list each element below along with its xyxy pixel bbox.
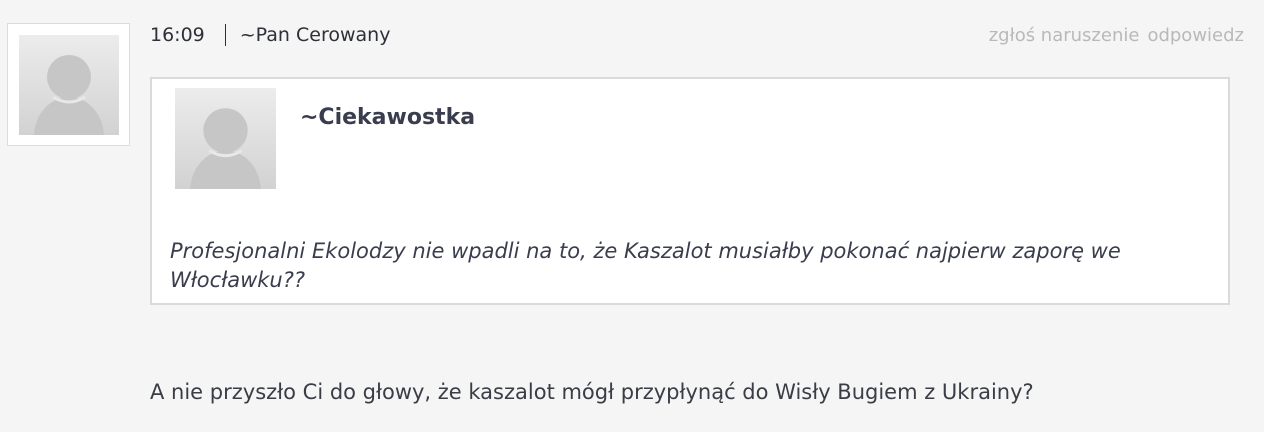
comment-avatar-frame [7, 23, 130, 146]
report-abuse-link[interactable]: zgłoś naruszenie [989, 25, 1140, 46]
comment-body: A nie przyszło Ci do głowy, że kaszalot … [150, 380, 1034, 404]
meta-separator [224, 24, 226, 46]
quote-author: ~Ciekawostka [300, 105, 476, 130]
comment-actions: zgłoś naruszenie odpowiedz [989, 24, 1244, 46]
default-user-avatar-icon [175, 88, 276, 189]
quote-text: Profesjonalni Ekolodzy nie wpadli na to,… [170, 239, 1121, 292]
quoted-comment: ~Ciekawostka Profesjonalni Ekolodzy nie … [150, 77, 1230, 305]
default-user-avatar-icon [19, 35, 119, 135]
reply-link[interactable]: odpowiedz [1147, 25, 1244, 46]
comment-meta: 16:09 ~Pan Cerowany [150, 24, 390, 46]
comment-author: ~Pan Cerowany [239, 24, 391, 46]
comment-time: 16:09 [150, 24, 205, 46]
